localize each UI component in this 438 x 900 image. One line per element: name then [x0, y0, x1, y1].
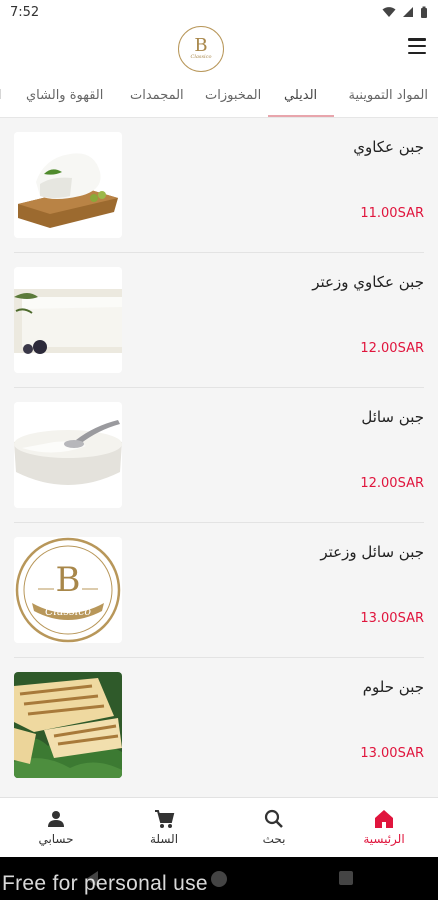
tab-deli[interactable]: الديلي — [284, 88, 317, 103]
product-row[interactable]: جبن سائل 12.00SAR — [0, 388, 438, 523]
product-name: جبن سائل — [361, 408, 424, 426]
product-price: 12.00SAR — [360, 341, 424, 356]
search-icon — [264, 809, 283, 828]
nav-label: بحث — [262, 832, 286, 846]
product-price: 12.00SAR — [360, 476, 424, 491]
tab-provisions[interactable]: المواد التموينية — [349, 88, 429, 103]
home-circle-icon[interactable] — [210, 870, 228, 888]
product-image — [14, 267, 122, 373]
nav-home[interactable]: الرئيسية — [344, 808, 424, 846]
product-name: جبن سائل وزعتر — [320, 543, 424, 561]
wifi-icon — [382, 7, 396, 17]
product-row[interactable]: جبن عكاوي وزعتر 12.00SAR — [0, 253, 438, 388]
product-row[interactable]: B Classico جبن سائل وزعتر 13.00SAR — [0, 523, 438, 658]
nav-search[interactable]: بحث — [234, 808, 314, 846]
nav-account[interactable]: حسابي — [16, 808, 96, 846]
product-image — [14, 132, 122, 238]
cart-icon — [155, 810, 175, 828]
status-bar: 7:52 — [0, 0, 438, 24]
tab-frozen[interactable]: المجمدات — [130, 88, 184, 103]
nav-label: الرئيسية — [363, 832, 405, 846]
product-name: جبن عكاوي وزعتر — [312, 273, 424, 291]
nav-label: السلة — [149, 832, 179, 846]
home-icon — [375, 810, 393, 828]
svg-text:Classico: Classico — [45, 605, 91, 618]
tab-bakery[interactable]: المخبوزات — [205, 88, 261, 103]
logo-subtitle: Classico — [190, 54, 212, 60]
product-image — [14, 402, 122, 508]
status-time: 7:52 — [10, 4, 40, 20]
logo-letter: B — [194, 35, 208, 56]
product-price: 13.00SAR — [360, 611, 424, 626]
watermark-text: Free for personal use — [2, 872, 208, 895]
svg-text:B: B — [56, 560, 81, 600]
battery-icon — [421, 6, 427, 18]
hamburger-menu-icon[interactable] — [408, 38, 426, 54]
person-icon — [48, 811, 64, 827]
nav-cart[interactable]: السلة — [124, 808, 204, 846]
bakery-logo[interactable]: B Classico — [178, 26, 224, 72]
signal-icon — [403, 7, 413, 17]
bottom-navigation: حسابي السلة بحث الرئيسية — [0, 797, 438, 857]
product-row[interactable]: جبن حلوم 13.00SAR — [0, 658, 438, 793]
tab-coffee-tea[interactable]: القهوة والشاي — [26, 88, 103, 103]
recents-icon[interactable] — [338, 870, 354, 886]
status-icons — [382, 6, 428, 19]
product-price: 11.00SAR — [360, 206, 424, 221]
product-price: 13.00SAR — [360, 746, 424, 761]
product-row[interactable]: جبن عكاوي 11.00SAR — [0, 118, 438, 253]
product-image: B Classico — [14, 537, 122, 643]
tab-overflow[interactable]: ا — [0, 88, 2, 103]
product-name: جبن عكاوي — [353, 138, 424, 156]
category-tabs: المواد التموينية الديلي المخبوزات المجمد… — [0, 74, 438, 118]
product-list[interactable]: جبن عكاوي 11.00SAR جبن عكاوي وزعتر 12.00… — [0, 118, 438, 797]
product-image — [14, 672, 122, 778]
nav-label: حسابي — [38, 832, 74, 846]
app-header: B Classico — [0, 24, 438, 74]
product-name: جبن حلوم — [362, 678, 424, 696]
